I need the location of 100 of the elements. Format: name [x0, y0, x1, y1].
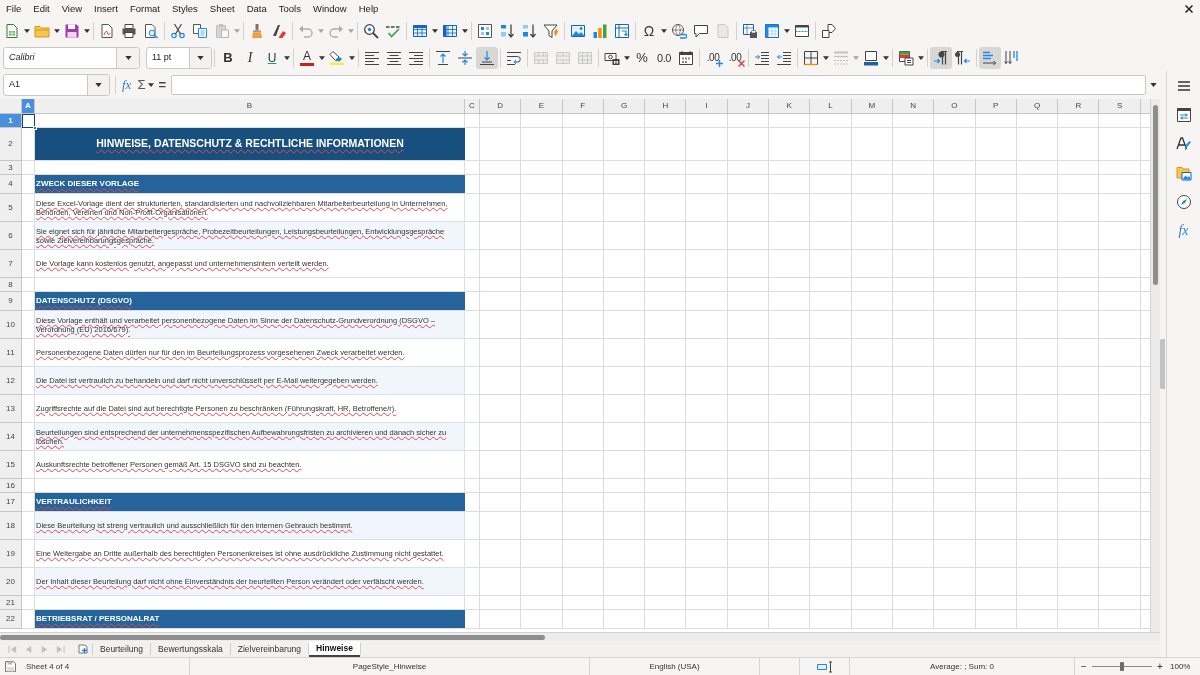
- name-box-field[interactable]: A1: [3, 74, 110, 96]
- document-magnifier-icon: [143, 23, 159, 39]
- sheet-tab[interactable]: Beurteilung: [93, 641, 150, 657]
- sidebar-menu-button[interactable]: [1175, 78, 1192, 94]
- row-header[interactable]: 13: [0, 395, 22, 423]
- row-header[interactable]: 15: [0, 451, 22, 479]
- italic-button[interactable]: I: [239, 46, 261, 69]
- menu-item[interactable]: Insert: [88, 0, 124, 18]
- cell-cursor[interactable]: [22, 114, 35, 128]
- column-header[interactable]: M: [851, 99, 893, 114]
- column-header[interactable]: B: [35, 99, 465, 114]
- row-header[interactable]: 8: [0, 278, 22, 292]
- column-header[interactable]: F: [562, 99, 604, 114]
- bold-button[interactable]: B: [217, 46, 239, 69]
- row-header[interactable]: 5: [0, 194, 22, 222]
- delete-decimal-button[interactable]: .00: [724, 46, 746, 69]
- row-header[interactable]: 21: [0, 596, 22, 610]
- menu-item[interactable]: Format: [123, 0, 166, 18]
- align-bottom-button[interactable]: [476, 46, 498, 69]
- gallery-tab[interactable]: [1175, 165, 1192, 181]
- menu-item[interactable]: Sheet: [203, 0, 241, 18]
- menu-item[interactable]: Styles: [165, 0, 204, 18]
- menu-item[interactable]: Data: [240, 0, 273, 18]
- x-mark-icon: [738, 59, 745, 67]
- menu-item[interactable]: Window: [306, 0, 353, 18]
- column-header[interactable]: C: [465, 99, 480, 114]
- row-header[interactable]: 11: [0, 339, 22, 367]
- vertical-scrollbar[interactable]: [1150, 99, 1160, 632]
- column-header[interactable]: D: [480, 99, 522, 114]
- menu-item[interactable]: View: [55, 0, 89, 18]
- sum-button[interactable]: Σ: [135, 75, 148, 95]
- fill-handle-icon[interactable]: [33, 126, 37, 130]
- row-header[interactable]: 7: [0, 250, 22, 278]
- column-header[interactable]: P: [975, 99, 1017, 114]
- column-header[interactable]: [1140, 99, 1150, 114]
- row-header[interactable]: 17: [0, 493, 22, 512]
- number-format-button[interactable]: 0.0: [653, 46, 675, 69]
- column-header[interactable]: O: [934, 99, 976, 114]
- horizontal-scrollbar[interactable]: [0, 632, 1160, 641]
- styles-icon: [1175, 136, 1192, 152]
- dropdown-button[interactable]: [116, 47, 139, 68]
- row-header[interactable]: 19: [0, 540, 22, 568]
- column-header[interactable]: S: [1099, 99, 1141, 114]
- sidebar-collapse-handle[interactable]: [1160, 339, 1165, 389]
- slider-thumb[interactable]: [1120, 662, 1124, 671]
- menu-item[interactable]: Tools: [272, 0, 307, 18]
- column-header[interactable]: J: [727, 99, 770, 114]
- column-header[interactable]: E: [521, 99, 563, 114]
- font-color-button[interactable]: A: [296, 46, 318, 69]
- font-name-field[interactable]: Calibri: [3, 46, 140, 69]
- scrollbar-thumb[interactable]: [0, 634, 545, 640]
- add-decimal-button[interactable]: .00: [702, 46, 724, 69]
- caret-icon: [853, 55, 859, 60]
- navigator-tab[interactable]: [1175, 194, 1192, 210]
- row-header[interactable]: 22: [0, 610, 22, 629]
- sheet-tab[interactable]: Zielvereinbarung: [230, 641, 309, 657]
- zoom-in-button[interactable]: +: [1155, 660, 1165, 673]
- left-to-right-button[interactable]: [930, 46, 952, 69]
- zoom-slider[interactable]: [1092, 662, 1152, 671]
- dropdown-button[interactable]: [87, 75, 109, 95]
- column-header[interactable]: Q: [1016, 99, 1059, 114]
- column-header[interactable]: I: [686, 99, 728, 114]
- underline-button[interactable]: U: [261, 46, 283, 69]
- text-horizontal-button[interactable]: [979, 46, 1001, 69]
- properties-tab[interactable]: [1175, 107, 1192, 123]
- special-character-button[interactable]: Ω: [638, 20, 660, 42]
- row-header[interactable]: 14: [0, 423, 22, 451]
- menu-item[interactable]: File: [0, 0, 28, 18]
- close-button[interactable]: [1182, 2, 1196, 16]
- row-header[interactable]: 12: [0, 367, 22, 395]
- add-sheet-button[interactable]: [76, 642, 90, 656]
- formula-input-field[interactable]: [171, 75, 1146, 95]
- row-header[interactable]: 20: [0, 568, 22, 596]
- percent-button[interactable]: %: [631, 46, 653, 69]
- row-header[interactable]: 18: [0, 512, 22, 540]
- menu-item[interactable]: Edit: [27, 0, 56, 18]
- column-header[interactable]: H: [645, 99, 687, 114]
- column-header[interactable]: L: [810, 99, 852, 114]
- formula-button[interactable]: =: [156, 75, 169, 95]
- table-grid-icon: [412, 23, 428, 39]
- scrollbar-thumb[interactable]: [1153, 105, 1158, 285]
- styles-tab[interactable]: [1175, 136, 1192, 152]
- sheet-tab[interactable]: Hinweise: [309, 641, 360, 657]
- dropdown-button[interactable]: [189, 47, 211, 68]
- menu-item[interactable]: Help: [352, 0, 385, 18]
- column-header[interactable]: K: [769, 99, 811, 114]
- row-header[interactable]: 6: [0, 222, 22, 250]
- row-header[interactable]: 2: [0, 128, 22, 161]
- zoom-out-button[interactable]: −: [1079, 660, 1089, 673]
- font-size-field[interactable]: 11 pt: [146, 46, 212, 69]
- row-header[interactable]: 4: [0, 175, 22, 194]
- row-header[interactable]: 10: [0, 311, 22, 339]
- row-header[interactable]: 9: [0, 292, 22, 311]
- column-header[interactable]: G: [603, 99, 646, 114]
- row-header[interactable]: 3: [0, 161, 22, 175]
- sheet-tab[interactable]: Bewertungsskala: [151, 641, 230, 657]
- column-header[interactable]: N: [892, 99, 935, 114]
- function-wizard-button[interactable]: fx: [120, 75, 134, 95]
- row-header[interactable]: 16: [0, 479, 22, 493]
- column-header[interactable]: R: [1058, 99, 1100, 114]
